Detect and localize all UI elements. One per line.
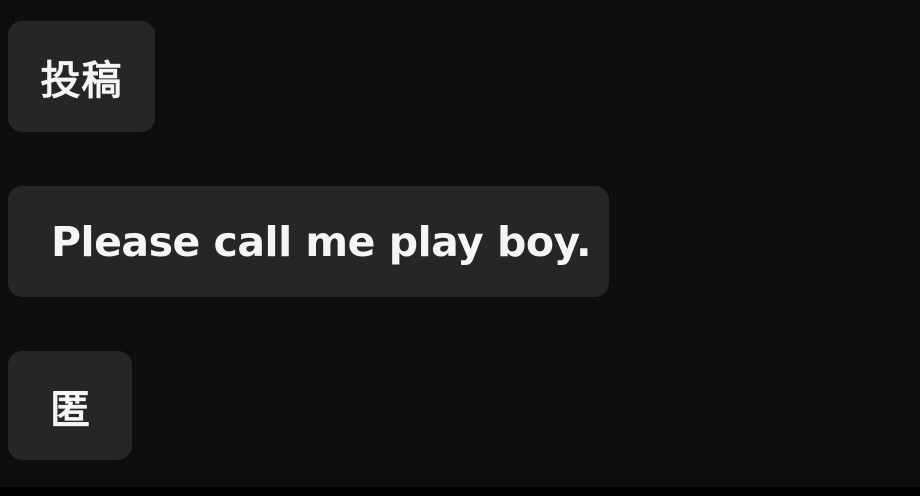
message-text: Please call me play boy. [51, 217, 592, 266]
message-bubble-anonymous[interactable]: 匿 [8, 351, 132, 460]
message-text: 匿 [50, 386, 90, 433]
message-bubble-post[interactable]: 投稿 [8, 21, 155, 132]
chat-background: 投稿 Please call me play boy. 匿 [0, 0, 920, 487]
bottom-edge [0, 487, 920, 496]
message-bubble-main[interactable]: Please call me play boy. [8, 186, 609, 297]
message-text: 投稿 [40, 57, 123, 104]
